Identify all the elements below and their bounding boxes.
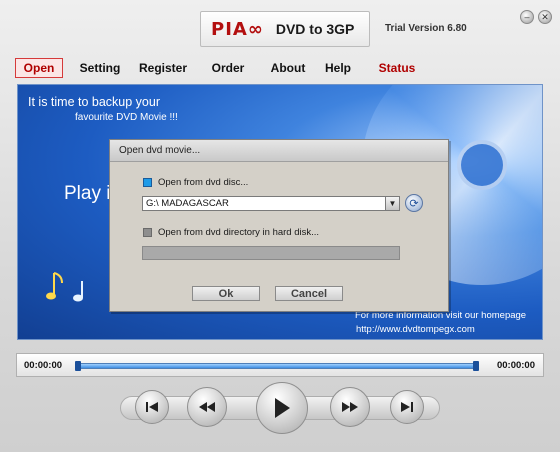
- open-dvd-dialog: Open dvd movie... Open from dvd disc... …: [109, 139, 449, 312]
- homepage-link[interactable]: http://www.dvdtompegx.com: [356, 324, 475, 335]
- app-window: PIA∞ DVD to 3GP Trial Version 6.80 – ✕ O…: [0, 0, 560, 452]
- fast-forward-button[interactable]: [330, 387, 370, 427]
- chevron-down-icon[interactable]: ▼: [385, 197, 399, 210]
- menu-setting[interactable]: Setting: [77, 58, 123, 78]
- fast-forward-icon: [342, 402, 358, 412]
- option-open-from-disc[interactable]: Open from dvd disc...: [143, 176, 248, 188]
- rewind-icon: [199, 402, 215, 412]
- seek-start-handle[interactable]: [75, 361, 81, 371]
- close-icon[interactable]: ✕: [538, 10, 552, 24]
- brand-logo: PIA∞: [211, 18, 264, 40]
- disc-hole: [457, 140, 507, 190]
- refresh-icon[interactable]: ⟳: [405, 194, 423, 212]
- play-button[interactable]: [256, 382, 308, 434]
- menu-open[interactable]: Open: [15, 58, 63, 78]
- option-disc-label: Open from dvd disc...: [158, 176, 249, 188]
- end-time: 00:00:00: [496, 360, 535, 371]
- minimize-icon[interactable]: –: [520, 10, 534, 24]
- current-time: 00:00:00: [24, 360, 63, 371]
- music-notes-icon: [46, 272, 83, 302]
- dialog-title: Open dvd movie...: [110, 140, 448, 162]
- option-dir-label: Open from dvd directory in hard disk...: [158, 226, 320, 238]
- skip-start-icon: [146, 402, 158, 412]
- menu-register[interactable]: Register: [138, 58, 188, 78]
- skip-to-start-button[interactable]: [135, 390, 169, 424]
- menu-status[interactable]: Status: [377, 58, 417, 78]
- skip-to-end-button[interactable]: [390, 390, 424, 424]
- drive-value: G:\ MADAGASCAR: [146, 198, 229, 209]
- skip-end-icon: [401, 402, 413, 412]
- menu-about[interactable]: About: [269, 58, 307, 78]
- seek-end-handle[interactable]: [473, 361, 479, 371]
- play-icon: [275, 398, 290, 418]
- version-label: Trial Version 6.80: [385, 23, 467, 34]
- menu-order[interactable]: Order: [209, 58, 247, 78]
- radio-disc[interactable]: [143, 177, 152, 187]
- app-logo: PIA∞ DVD to 3GP: [200, 11, 370, 47]
- menu-help[interactable]: Help: [323, 58, 353, 78]
- option-open-from-directory[interactable]: Open from dvd directory in hard disk...: [143, 226, 319, 238]
- seek-bar-panel: 00:00:00 00:00:00: [16, 353, 544, 377]
- cancel-button[interactable]: Cancel: [275, 286, 343, 301]
- rewind-button[interactable]: [187, 387, 227, 427]
- banner-play-text: Play i: [64, 183, 111, 204]
- banner-subline: favourite DVD Movie !!!: [75, 112, 178, 123]
- main-menu: Open Setting Register Order About Help S…: [15, 58, 545, 78]
- radio-directory[interactable]: [143, 227, 152, 237]
- directory-path-field: [142, 246, 400, 260]
- drive-select[interactable]: G:\ MADAGASCAR ▼: [142, 196, 400, 211]
- seek-slider[interactable]: [75, 361, 479, 371]
- banner-headline: It is time to backup your: [28, 95, 161, 109]
- product-name: DVD to 3GP: [275, 21, 355, 37]
- ok-button[interactable]: Ok: [192, 286, 260, 301]
